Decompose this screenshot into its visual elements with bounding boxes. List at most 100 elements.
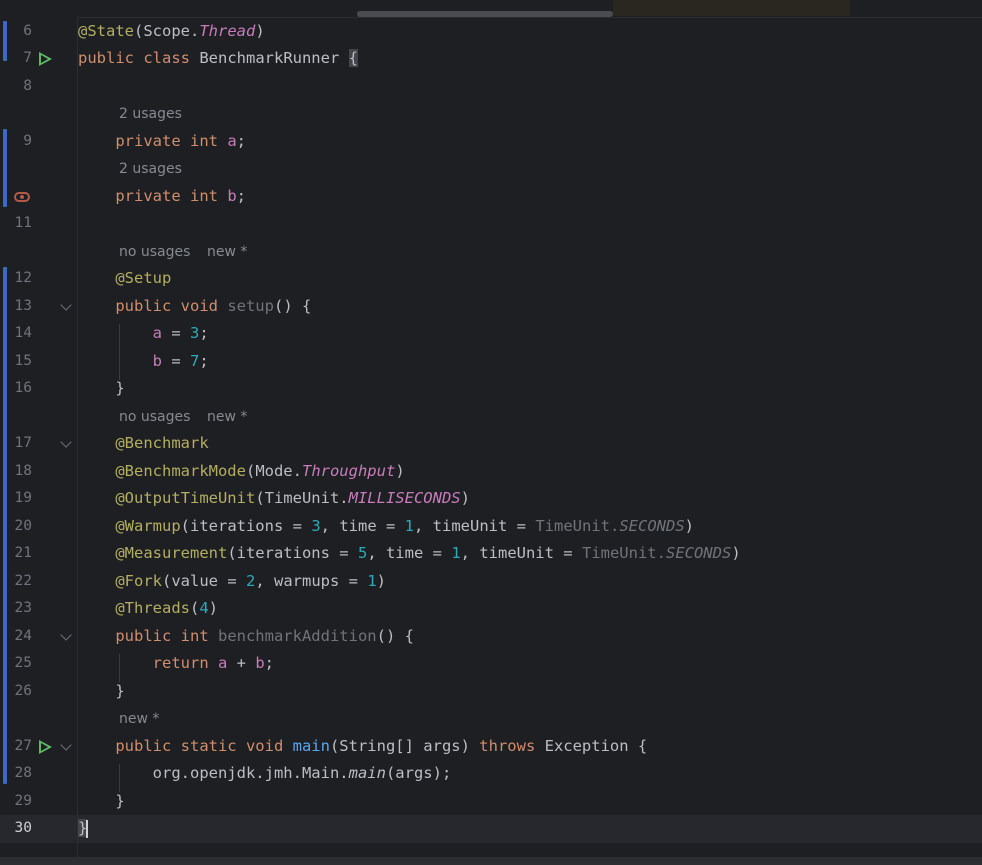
- gutter-row[interactable]: 13: [0, 293, 77, 321]
- code-token: , timeUnit =: [460, 544, 582, 562]
- line-number: 6: [23, 23, 32, 39]
- author-hint[interactable]: new *: [207, 239, 247, 267]
- code-token: ): [208, 599, 219, 617]
- gutter-row[interactable]: 20: [0, 513, 77, 541]
- code-line[interactable]: @Threads(4): [78, 595, 982, 623]
- code-token: () {: [273, 297, 312, 315]
- gutter-row[interactable]: 6: [0, 18, 77, 46]
- code-token: Exception {: [544, 737, 648, 755]
- code-line[interactable]: return a + b;: [78, 650, 982, 678]
- code-token: =: [162, 352, 190, 370]
- fold-chevron-icon[interactable]: [60, 436, 72, 448]
- fold-chevron-icon[interactable]: [60, 299, 72, 311]
- code-token: ;: [236, 132, 246, 150]
- gutter-row[interactable]: 18: [0, 458, 77, 486]
- gutter-row[interactable]: 14: [0, 320, 77, 348]
- code-token: 3: [190, 324, 200, 342]
- gutter-row[interactable]: 9: [0, 128, 77, 156]
- code-token: 1: [451, 544, 461, 562]
- code-token: Thread: [199, 22, 256, 40]
- gutter-row[interactable]: 12: [0, 265, 77, 293]
- code-line[interactable]: @Setup: [78, 265, 982, 293]
- code-token: 3: [311, 517, 321, 535]
- gutter-row[interactable]: [0, 183, 77, 211]
- code-line[interactable]: @Measurement(iterations = 5, time = 1, t…: [78, 540, 982, 568]
- fold-chevron-icon[interactable]: [60, 629, 72, 641]
- code-line[interactable]: @Warmup(iterations = 3, time = 1, timeUn…: [78, 513, 982, 541]
- editor-top-strip: [0, 0, 982, 18]
- gutter-row[interactable]: 25: [0, 650, 77, 678]
- code-editor[interactable]: 2 usages 2 usages no usages new * no usa…: [78, 17, 982, 865]
- line-number: 19: [14, 490, 32, 506]
- code-token: , time =: [367, 544, 452, 562]
- gutter-row[interactable]: 21: [0, 540, 77, 568]
- code-token: }: [78, 379, 125, 397]
- usages-hint[interactable]: no usages: [119, 239, 190, 267]
- line-number: 26: [14, 683, 32, 699]
- gutter-row[interactable]: 8: [0, 73, 77, 101]
- gutter-row[interactable]: 26: [0, 678, 77, 706]
- gutter-row[interactable]: 19: [0, 485, 77, 513]
- code-line[interactable]: private int a;: [78, 128, 982, 156]
- code-line[interactable]: }: [78, 815, 982, 843]
- code-token: ): [255, 22, 265, 40]
- code-line[interactable]: public class BenchmarkRunner {: [78, 45, 982, 73]
- code-line[interactable]: public void setup() {: [78, 293, 982, 321]
- usages-hint[interactable]: no usages: [119, 404, 190, 432]
- gutter-row[interactable]: 30: [0, 815, 77, 843]
- code-token: TimeUnit.: [581, 544, 666, 562]
- gutter-row[interactable]: 24: [0, 623, 77, 651]
- gutter-row[interactable]: 27: [0, 733, 77, 761]
- run-gutter-icon[interactable]: [39, 52, 52, 66]
- gutter-row[interactable]: 16: [0, 375, 77, 403]
- code-line[interactable]: @OutputTimeUnit(TimeUnit.MILLISECONDS): [78, 485, 982, 513]
- code-token: a: [227, 132, 237, 150]
- gutter-row[interactable]: 15: [0, 348, 77, 376]
- code-line[interactable]: }: [78, 678, 982, 706]
- code-token: public static void: [78, 737, 293, 755]
- gutter-row[interactable]: 22: [0, 568, 77, 596]
- code-token: ): [376, 572, 387, 590]
- usages-hint[interactable]: 2 usages: [119, 156, 182, 184]
- gutter-row[interactable]: 7: [0, 45, 77, 73]
- fold-chevron-icon[interactable]: [60, 739, 72, 751]
- code-token: , timeUnit =: [414, 517, 536, 535]
- usages-hint[interactable]: 2 usages: [119, 101, 182, 129]
- code-token: ;: [199, 324, 209, 342]
- code-token: (Scope.: [134, 22, 200, 40]
- code-line[interactable]: @State(Scope.Thread): [78, 18, 982, 46]
- author-hint[interactable]: new *: [119, 706, 159, 734]
- code-line[interactable]: }: [78, 375, 982, 403]
- gutter-row[interactable]: 17: [0, 430, 77, 458]
- code-line[interactable]: public int benchmarkAddition() {: [78, 623, 982, 651]
- gutter-row[interactable]: 29: [0, 788, 77, 816]
- code-token: (value =: [162, 572, 246, 590]
- line-number: 20: [14, 518, 32, 534]
- gutter-row[interactable]: 23: [0, 595, 77, 623]
- code-line[interactable]: private int b;: [78, 183, 982, 211]
- line-number: 18: [14, 463, 32, 479]
- gutter-row[interactable]: 28: [0, 760, 77, 788]
- code-line[interactable]: [78, 210, 982, 238]
- code-line[interactable]: @BenchmarkMode(Mode.Throughput): [78, 458, 982, 486]
- code-line[interactable]: [78, 73, 982, 101]
- gutter-row[interactable]: 11: [0, 210, 77, 238]
- code-line[interactable]: @Benchmark: [78, 430, 982, 458]
- watch-eye-icon[interactable]: [14, 192, 30, 202]
- code-line[interactable]: }: [78, 788, 982, 816]
- code-line[interactable]: public static void main(String[] args) t…: [78, 733, 982, 761]
- code-token: org.openjdk.jmh.Main.: [78, 764, 349, 782]
- tab-area[interactable]: [613, 0, 850, 16]
- editor-bottom-strip: [0, 857, 982, 865]
- line-number: 27: [14, 738, 32, 754]
- code-line[interactable]: org.openjdk.jmh.Main.main(args);: [78, 760, 982, 788]
- code-line[interactable]: a = 3;: [78, 320, 982, 348]
- author-hint[interactable]: new *: [207, 404, 247, 432]
- code-line[interactable]: b = 7;: [78, 348, 982, 376]
- code-line[interactable]: @Fork(value = 2, warmups = 1): [78, 568, 982, 596]
- line-number: 21: [14, 545, 32, 561]
- line-number: 12: [14, 270, 32, 286]
- code-token: b: [78, 352, 162, 370]
- code-token: () {: [376, 627, 414, 645]
- run-gutter-icon[interactable]: [39, 740, 52, 754]
